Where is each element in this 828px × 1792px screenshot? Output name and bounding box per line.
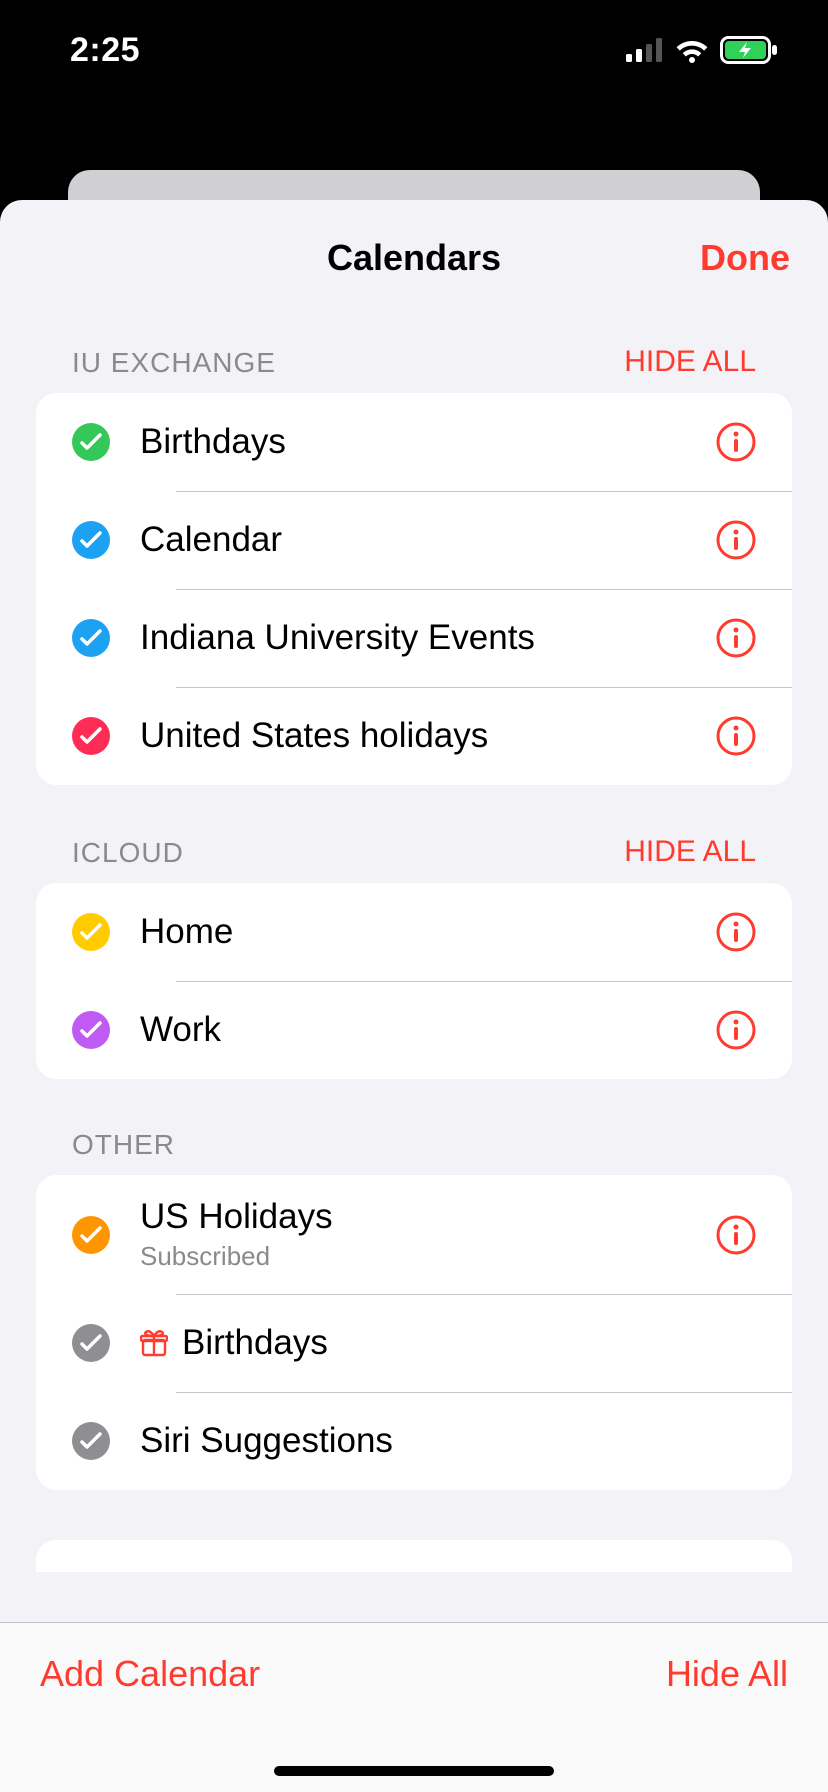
- calendar-name-text: Birthdays: [140, 422, 286, 462]
- calendar-name: Home: [140, 912, 716, 952]
- calendar-name: Calendar: [140, 520, 716, 560]
- section-header: OTHER: [0, 1079, 828, 1175]
- calendar-row[interactable]: Birthdays: [36, 393, 792, 491]
- calendar-group-card: Birthdays Calendar Indiana University Even…: [36, 393, 792, 785]
- section-label: ICLOUD: [72, 837, 184, 869]
- calendar-toggle-check[interactable]: [72, 619, 110, 657]
- calendar-info-button[interactable]: [716, 1215, 756, 1255]
- calendar-toggle-check[interactable]: [72, 423, 110, 461]
- calendar-name-text: Work: [140, 1010, 221, 1050]
- calendar-info-button[interactable]: [716, 912, 756, 952]
- hide-all-section-button[interactable]: HIDE ALL: [624, 835, 756, 869]
- calendar-info-button[interactable]: [716, 422, 756, 462]
- calendar-toggle-check[interactable]: [72, 1422, 110, 1460]
- calendar-row[interactable]: Calendar: [36, 491, 792, 589]
- calendar-info-button[interactable]: [716, 520, 756, 560]
- calendar-toggle-check[interactable]: [72, 717, 110, 755]
- calendar-group-card: US Holidays Subscribed Birthdays Siri Sugge…: [36, 1175, 792, 1490]
- calendar-toggle-check[interactable]: [72, 1324, 110, 1362]
- calendar-row[interactable]: Indiana University Events: [36, 589, 792, 687]
- add-calendar-button[interactable]: Add Calendar: [40, 1653, 260, 1695]
- calendar-name-text: Calendar: [140, 520, 282, 560]
- calendar-row[interactable]: Work: [36, 981, 792, 1079]
- calendar-row[interactable]: US Holidays Subscribed: [36, 1175, 792, 1294]
- calendar-name-text: Birthdays: [182, 1323, 328, 1363]
- info-icon: [716, 716, 756, 756]
- calendar-row[interactable]: Home: [36, 883, 792, 981]
- hide-all-button[interactable]: Hide All: [666, 1653, 788, 1695]
- calendar-name: Indiana University Events: [140, 618, 716, 658]
- cellular-icon: [626, 38, 664, 62]
- calendar-row-body: Birthdays: [140, 1301, 756, 1385]
- info-icon: [716, 912, 756, 952]
- done-button[interactable]: Done: [700, 237, 790, 279]
- status-icons: [626, 36, 778, 64]
- calendar-name: Birthdays: [140, 1323, 756, 1363]
- calendar-info-button[interactable]: [716, 1010, 756, 1050]
- calendar-row-body: Work: [140, 988, 716, 1072]
- calendar-toggle-check[interactable]: [72, 521, 110, 559]
- modal-title: Calendars: [327, 237, 501, 279]
- calendar-toggle-check[interactable]: [72, 1216, 110, 1254]
- calendar-subtitle: Subscribed: [140, 1241, 716, 1272]
- section-label: IU EXCHANGE: [72, 347, 276, 379]
- section-header: ICLOUD HIDE ALL: [0, 785, 828, 883]
- calendar-info-button[interactable]: [716, 716, 756, 756]
- battery-charging-icon: [720, 36, 778, 64]
- calendar-name: Birthdays: [140, 422, 716, 462]
- section-label: OTHER: [72, 1129, 175, 1161]
- calendar-row-body: Indiana University Events: [140, 596, 716, 680]
- calendar-row-body: Home: [140, 890, 716, 974]
- calendars-modal: Calendars Done IU EXCHANGE HIDE ALL Birthd…: [0, 200, 828, 1792]
- section-header: IU EXCHANGE HIDE ALL: [0, 315, 828, 393]
- calendar-group-card: Home Work: [36, 883, 792, 1079]
- info-icon: [716, 1010, 756, 1050]
- hide-all-section-button[interactable]: HIDE ALL: [624, 345, 756, 379]
- calendar-name-text: US Holidays: [140, 1197, 333, 1237]
- calendar-row[interactable]: Siri Suggestions: [36, 1392, 792, 1490]
- calendar-row[interactable]: United States holidays: [36, 687, 792, 785]
- gift-icon: [140, 1329, 168, 1357]
- home-indicator: [274, 1766, 554, 1776]
- modal-header: Calendars Done: [0, 200, 828, 315]
- calendar-name-text: Indiana University Events: [140, 618, 535, 658]
- status-bar: 2:25: [0, 0, 828, 100]
- calendar-name: United States holidays: [140, 716, 716, 756]
- wifi-icon: [674, 37, 710, 63]
- status-time: 2:25: [70, 31, 140, 70]
- calendar-name-text: United States holidays: [140, 716, 488, 756]
- calendar-row[interactable]: Birthdays: [36, 1294, 792, 1392]
- info-icon: [716, 1215, 756, 1255]
- next-section-peek: [36, 1540, 792, 1572]
- calendar-row-body: Calendar: [140, 498, 716, 582]
- calendar-row-body: US Holidays Subscribed: [140, 1175, 716, 1294]
- calendar-toggle-check[interactable]: [72, 1011, 110, 1049]
- calendar-name: Work: [140, 1010, 716, 1050]
- calendar-row-body: Birthdays: [140, 400, 716, 484]
- info-icon: [716, 618, 756, 658]
- calendar-toggle-check[interactable]: [72, 913, 110, 951]
- calendar-row-body: Siri Suggestions: [140, 1399, 756, 1483]
- calendar-name: US Holidays: [140, 1197, 716, 1237]
- info-icon: [716, 520, 756, 560]
- info-icon: [716, 422, 756, 462]
- calendar-info-button[interactable]: [716, 618, 756, 658]
- calendar-name-text: Siri Suggestions: [140, 1421, 393, 1461]
- calendar-name: Siri Suggestions: [140, 1421, 756, 1461]
- calendar-name-text: Home: [140, 912, 233, 952]
- calendar-row-body: United States holidays: [140, 694, 716, 778]
